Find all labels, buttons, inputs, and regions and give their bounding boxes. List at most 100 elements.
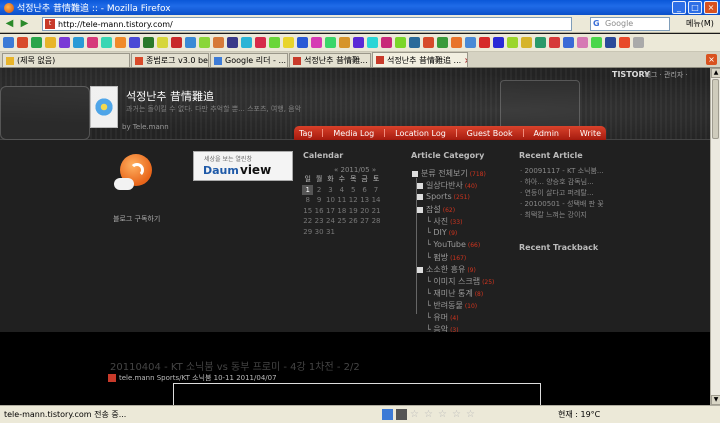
close-tab-button[interactable]: ×: [706, 54, 717, 65]
menu-admin[interactable]: Admin: [534, 129, 560, 138]
tab-2[interactable]: Google 리더 - ...: [210, 53, 288, 67]
menu-write[interactable]: Write: [580, 129, 601, 138]
bookmark-icon[interactable]: [241, 37, 252, 48]
scroll-up-icon[interactable]: ▲: [711, 68, 720, 78]
menu-label[interactable]: 메뉴(M): [686, 18, 714, 29]
bookmark-icon[interactable]: [437, 37, 448, 48]
category-item[interactable]: └ 사진 (33): [412, 216, 512, 228]
tab-4[interactable]: 석정난추 昔情難追 ... ×: [372, 52, 468, 67]
bookmark-icon[interactable]: [563, 37, 574, 48]
tistory-logo[interactable]: TISTORY: [612, 70, 650, 79]
recent-article-item[interactable]: · 연등이 살다고 퍼레탈...: [520, 188, 616, 199]
menu-location-log[interactable]: Location Log: [395, 129, 446, 138]
category-item[interactable]: └ DIY (9): [412, 228, 512, 240]
bookmark-icon[interactable]: [101, 37, 112, 48]
vertical-scrollbar[interactable]: ▲ ▼: [710, 68, 720, 405]
star-icon[interactable]: ☆: [452, 409, 463, 420]
bookmark-icon[interactable]: [451, 37, 462, 48]
bookmark-icon[interactable]: [185, 37, 196, 48]
category-item[interactable]: └ 유머 (4): [412, 312, 512, 324]
bookmark-icon[interactable]: [619, 37, 630, 48]
category-item[interactable]: └ 재미난 통계 (8): [412, 288, 512, 300]
top-links[interactable]: · 태그 · 관리자 ·: [640, 70, 688, 80]
addon-icon[interactable]: [396, 409, 407, 420]
bookmark-icon[interactable]: [633, 37, 644, 48]
category-item[interactable]: └ 펌방 (167): [412, 252, 512, 264]
recent-article-item[interactable]: · 20091117 - KT 소닉붐...: [520, 166, 616, 177]
menu-media-log[interactable]: Media Log: [333, 129, 374, 138]
scroll-thumb[interactable]: [712, 79, 719, 139]
bookmark-icon[interactable]: [157, 37, 168, 48]
bookmark-icon[interactable]: [339, 37, 350, 48]
bookmark-icon[interactable]: [521, 37, 532, 48]
calendar-month-nav[interactable]: « 2011/05 »: [334, 166, 376, 174]
bookmark-icon[interactable]: [59, 37, 70, 48]
menu-guest-book[interactable]: Guest Book: [467, 129, 513, 138]
bookmark-icon[interactable]: [353, 37, 364, 48]
bookmark-icon[interactable]: [31, 37, 42, 48]
bookmark-icon[interactable]: [493, 37, 504, 48]
daum-view-banner[interactable]: 세상을 보는 열린창 Daum view: [193, 151, 293, 181]
bookmark-icon[interactable]: [479, 37, 490, 48]
download-icon[interactable]: [382, 409, 393, 420]
bookmark-icon[interactable]: [17, 37, 28, 48]
recent-article-item[interactable]: · 최택칼 느껴는 강이지: [520, 210, 616, 221]
bookmark-icon[interactable]: [549, 37, 560, 48]
bookmark-icon[interactable]: [87, 37, 98, 48]
bookmark-icon[interactable]: [199, 37, 210, 48]
blog-title[interactable]: 석정난추 昔情難追: [126, 88, 214, 104]
bookmark-icon[interactable]: [171, 37, 182, 48]
calendar-day[interactable]: 1: [302, 184, 314, 195]
bookmark-icon[interactable]: [227, 37, 238, 48]
bookmark-icon[interactable]: [311, 37, 322, 48]
category-item[interactable]: └ 반려동물 (10): [412, 300, 512, 312]
bookmark-icon[interactable]: [115, 37, 126, 48]
bookmark-icon[interactable]: [605, 37, 616, 48]
bookmark-icon[interactable]: [591, 37, 602, 48]
bookmark-icon[interactable]: [367, 37, 378, 48]
back-icon[interactable]: ◀: [3, 17, 16, 30]
menu-tag[interactable]: Tag: [299, 129, 313, 138]
bookmark-icon[interactable]: [507, 37, 518, 48]
category-item[interactable]: └ YouTube (66): [412, 240, 512, 252]
bookmark-icon[interactable]: [73, 37, 84, 48]
close-button[interactable]: ×: [704, 1, 718, 14]
tab-3[interactable]: 석정난추 昔情難...: [289, 53, 371, 67]
bookmark-icon[interactable]: [409, 37, 420, 48]
maximize-button[interactable]: □: [688, 1, 702, 14]
bookmark-icon[interactable]: [325, 37, 336, 48]
bookmark-icon[interactable]: [535, 37, 546, 48]
category-item[interactable]: Sports (251): [412, 192, 512, 204]
recent-article-item[interactable]: · 하아... 양승호 감독님...: [520, 177, 616, 188]
bookmark-icon[interactable]: [423, 37, 434, 48]
category-item[interactable]: 잡설 (62): [412, 204, 512, 216]
bookmark-icon[interactable]: [465, 37, 476, 48]
category-item[interactable]: 분류 전체보기 (718): [412, 168, 512, 180]
post-meta-text[interactable]: tele.mann Sports/KT 소닉붐 10-11 2011/04/07: [119, 373, 277, 383]
rss-subscribe-icon[interactable]: [114, 154, 158, 194]
bookmark-icon[interactable]: [395, 37, 406, 48]
bookmark-icon[interactable]: [45, 37, 56, 48]
bookmark-icon[interactable]: [213, 37, 224, 48]
category-item[interactable]: 소소한 흥유 (9): [412, 264, 512, 276]
forward-icon[interactable]: ▶: [18, 17, 31, 30]
scroll-down-icon[interactable]: ▼: [711, 395, 720, 405]
avatar[interactable]: [90, 86, 118, 128]
post-title[interactable]: 20110404 - KT 소닉붐 vs 동부 프로미 - 4강 1차전 - 2…: [110, 358, 360, 373]
category-item[interactable]: └ 이미지 스크랩 (25): [412, 276, 512, 288]
bookmark-icon[interactable]: [283, 37, 294, 48]
bookmark-icon[interactable]: [143, 37, 154, 48]
star-icon[interactable]: ☆: [466, 409, 477, 420]
category-item[interactable]: 일상다반사 (40): [412, 180, 512, 192]
bookmark-icon[interactable]: [3, 37, 14, 48]
bookmark-icon[interactable]: [577, 37, 588, 48]
bookmark-icon[interactable]: [255, 37, 266, 48]
recent-article-item[interactable]: · 20100501 - 성택배 판 꽃: [520, 199, 616, 210]
minimize-button[interactable]: _: [672, 1, 686, 14]
rss-label[interactable]: 블로그 구독하기: [113, 214, 160, 224]
tab-1[interactable]: 종범로그 v3.0 bet...: [131, 53, 209, 67]
url-bar[interactable]: t http://tele-mann.tistory.com/: [42, 17, 572, 31]
star-icon[interactable]: ☆: [410, 409, 421, 420]
search-input[interactable]: Google: [590, 17, 670, 31]
bookmark-icon[interactable]: [269, 37, 280, 48]
